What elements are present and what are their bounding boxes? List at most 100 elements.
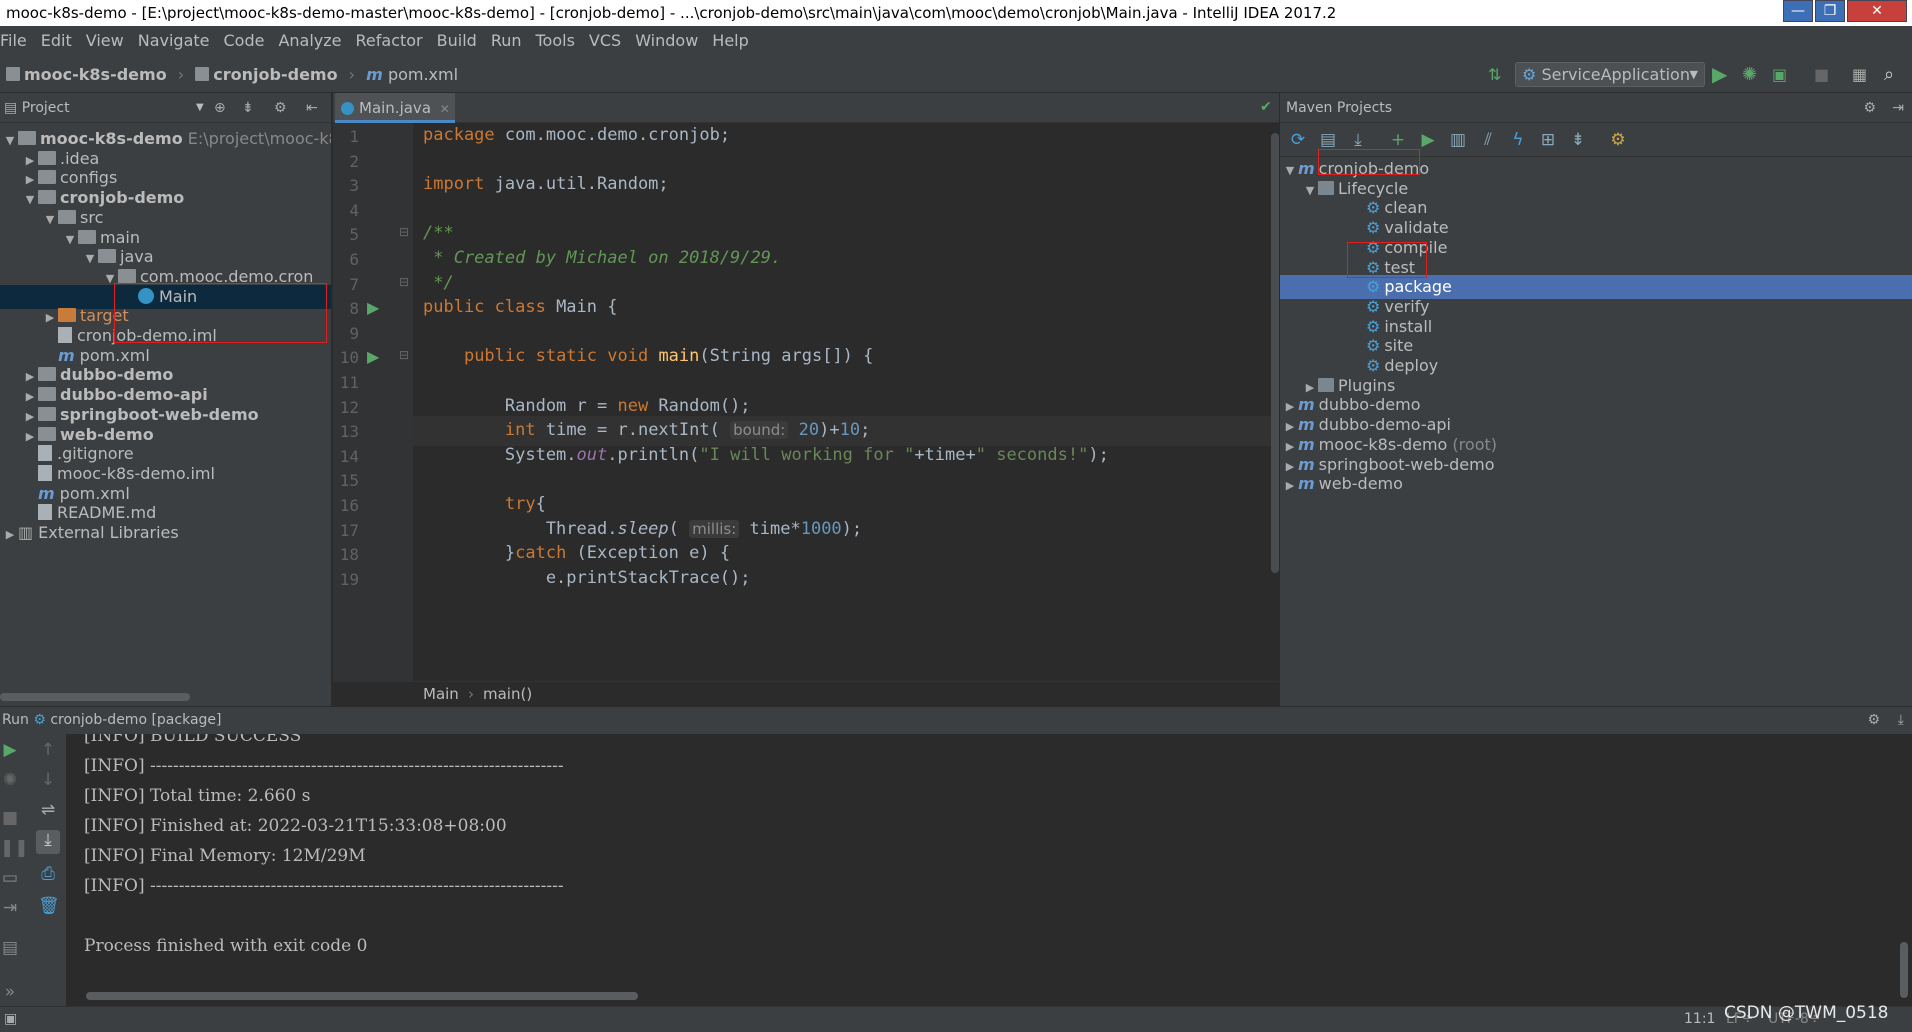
settings-gear-icon[interactable]: ⚙ xyxy=(1863,93,1876,123)
console-vertical-scrollbar[interactable] xyxy=(1900,942,1908,998)
show-dependencies-icon[interactable]: ⊞ xyxy=(1538,130,1558,150)
tree-item-label: dubbo-demo xyxy=(60,365,174,385)
line-number: 3 xyxy=(349,176,359,196)
maven-project-icon: m xyxy=(1298,415,1315,435)
line-number: 11 xyxy=(339,373,359,392)
tree-item-label: mooc-k8s-demo xyxy=(40,129,183,148)
menu-code[interactable]: Code xyxy=(224,31,265,50)
maximize-button[interactable]: ❐ xyxy=(1815,0,1845,22)
horizontal-scrollbar[interactable] xyxy=(0,693,190,701)
project-structure-icon[interactable]: ▦ xyxy=(1852,56,1867,93)
project-panel-title[interactable]: Project xyxy=(22,100,70,116)
search-everywhere-icon[interactable]: ⌕ xyxy=(1884,56,1894,93)
debug-icon[interactable]: ✺ xyxy=(1742,56,1757,93)
breadcrumb-module[interactable]: cronjob-demo xyxy=(213,65,337,84)
menu-window[interactable]: Window xyxy=(635,31,698,50)
collapse-all-icon[interactable]: ⇟ xyxy=(1568,130,1588,150)
reimport-icon[interactable]: ⟳ xyxy=(1288,130,1308,150)
line-number: 12 xyxy=(339,397,359,417)
code-line[interactable]: public class Main { xyxy=(423,297,617,317)
line-number: 14 xyxy=(339,446,359,466)
download-icon[interactable]: ⤓ xyxy=(1348,130,1368,150)
code-line[interactable]: e.printStackTrace(); xyxy=(423,568,751,588)
hide-panel-icon[interactable]: ⇥ xyxy=(1892,93,1904,123)
crumb-class[interactable]: Main xyxy=(423,682,459,707)
minimize-button[interactable]: — xyxy=(1783,0,1813,22)
code-editor[interactable]: Main.java ✕ 1 package com.mooc.demo.cronj… xyxy=(333,93,1279,706)
make-project-icon[interactable]: ⇅ xyxy=(1488,56,1501,93)
console-line: Process finished with exit code 0 xyxy=(84,936,368,956)
hide-panel-icon[interactable]: ⤓ xyxy=(1898,707,1904,733)
close-window-button[interactable]: ✕ xyxy=(1847,0,1907,22)
maven-item-web-demo[interactable]: ▶ m web-demo xyxy=(1280,472,1912,496)
menu-view[interactable]: View xyxy=(86,31,124,50)
run-gutter-icon[interactable]: ▶ xyxy=(367,298,379,317)
menu-tools[interactable]: Tools xyxy=(536,31,575,50)
chevron-down-icon[interactable]: ▼ xyxy=(196,93,204,123)
code-line[interactable]: */ xyxy=(423,273,453,293)
menu-analyze[interactable]: Analyze xyxy=(278,31,341,50)
run-config-selector[interactable]: ⚙ ServiceApplication ▼ xyxy=(1515,62,1705,87)
collapse-all-icon[interactable]: ⇟ xyxy=(242,93,254,123)
run-gutter-icon[interactable]: ▶ xyxy=(367,347,379,366)
skip-tests-icon[interactable]: ϟ xyxy=(1508,130,1528,150)
toggle-tool-windows-icon[interactable]: ▣ xyxy=(4,1007,17,1032)
coverage-icon[interactable]: ▣ xyxy=(1772,56,1787,93)
tree-item-external-libraries[interactable]: ▶ ▥ External Libraries xyxy=(0,521,331,545)
code-line[interactable]: int time = r.nextInt( bound: 20)+10; xyxy=(423,420,870,440)
scroll-from-source-icon[interactable]: ⊕ xyxy=(214,93,226,123)
code-line[interactable]: Random r = new Random(); xyxy=(423,396,751,416)
folder-icon xyxy=(38,426,56,441)
maven-settings-icon[interactable]: ⚙ xyxy=(1608,130,1628,150)
console-horizontal-scrollbar[interactable] xyxy=(86,992,638,1000)
add-icon[interactable]: + xyxy=(1388,130,1408,150)
generate-sources-icon[interactable]: ▤ xyxy=(1318,130,1338,150)
fold-marker-icon[interactable]: ⊟ xyxy=(399,348,409,362)
stop-icon[interactable]: ■ xyxy=(1814,56,1829,93)
maven-panel-title: Maven Projects xyxy=(1286,100,1393,116)
toggle-offline-icon[interactable]: ⫽ xyxy=(1478,130,1498,150)
code-line[interactable]: }catch (Exception e) { xyxy=(423,543,730,563)
menu-navigate[interactable]: Navigate xyxy=(138,31,210,50)
maven-item-label: clean xyxy=(1384,198,1428,218)
settings-gear-icon[interactable]: ⚙ xyxy=(274,93,287,123)
hide-panel-icon[interactable]: ⇤ xyxy=(306,93,318,123)
menu-edit[interactable]: Edit xyxy=(41,31,72,50)
menu-help[interactable]: Help xyxy=(712,31,748,50)
menu-refactor[interactable]: Refactor xyxy=(356,31,423,50)
run-maven-icon[interactable]: ▶ xyxy=(1418,130,1438,150)
code-line[interactable]: public static void main(String args[]) { xyxy=(423,346,873,366)
console-output[interactable]: [INFO] BUILD SUCCESS [INFO] -------------… xyxy=(0,734,1890,996)
menu-build[interactable]: Build xyxy=(437,31,477,50)
console-line: [INFO] Final Memory: 12M/29M xyxy=(84,846,366,866)
chevron-right-icon[interactable]: ▶ xyxy=(1282,474,1298,498)
caret-position[interactable]: 11:1 xyxy=(1684,1007,1715,1032)
chevron-right-icon[interactable]: ▶ xyxy=(2,523,18,547)
editor-vertical-scrollbar[interactable] xyxy=(1271,133,1279,573)
run-config-tab[interactable]: cronjob-demo [package] xyxy=(50,712,221,728)
run-icon[interactable]: ▶ xyxy=(1712,56,1727,93)
module-folder-icon-2 xyxy=(195,65,213,84)
crumb-method[interactable]: main() xyxy=(483,682,532,707)
breadcrumb-project[interactable]: mooc-k8s-demo xyxy=(24,65,167,84)
code-area[interactable]: 1 package com.mooc.demo.cronjob; 2 3 import … xyxy=(333,93,1271,681)
execute-goal-icon[interactable]: ▥ xyxy=(1448,130,1468,150)
folder-icon xyxy=(38,190,56,205)
menu-vcs[interactable]: VCS xyxy=(589,31,621,50)
code-line[interactable]: * Created by Michael on 2018/9/29. xyxy=(423,248,781,268)
code-line[interactable]: Thread.sleep( millis: time*1000); xyxy=(423,519,862,539)
code-line[interactable]: import java.util.Random; xyxy=(423,174,669,194)
line-number: 10 xyxy=(339,348,359,368)
code-line[interactable]: package com.mooc.demo.cronjob; xyxy=(423,125,730,145)
code-line[interactable]: try{ xyxy=(423,494,546,514)
code-line[interactable]: System.out.println("I will working for "… xyxy=(423,445,1109,465)
fold-marker-icon[interactable]: ⊟ xyxy=(399,225,409,239)
code-line[interactable]: /** xyxy=(423,223,454,243)
menu-run[interactable]: Run xyxy=(491,31,522,50)
breadcrumb-file[interactable]: pom.xml xyxy=(388,65,458,84)
menu-file[interactable]: File xyxy=(0,31,27,50)
run-tab-label[interactable]: Run xyxy=(2,712,29,728)
fold-marker-icon[interactable]: ⊟ xyxy=(399,275,409,289)
settings-gear-icon[interactable]: ⚙ xyxy=(1867,707,1880,733)
console-line: [INFO] Total time: 2.660 s xyxy=(84,786,311,806)
